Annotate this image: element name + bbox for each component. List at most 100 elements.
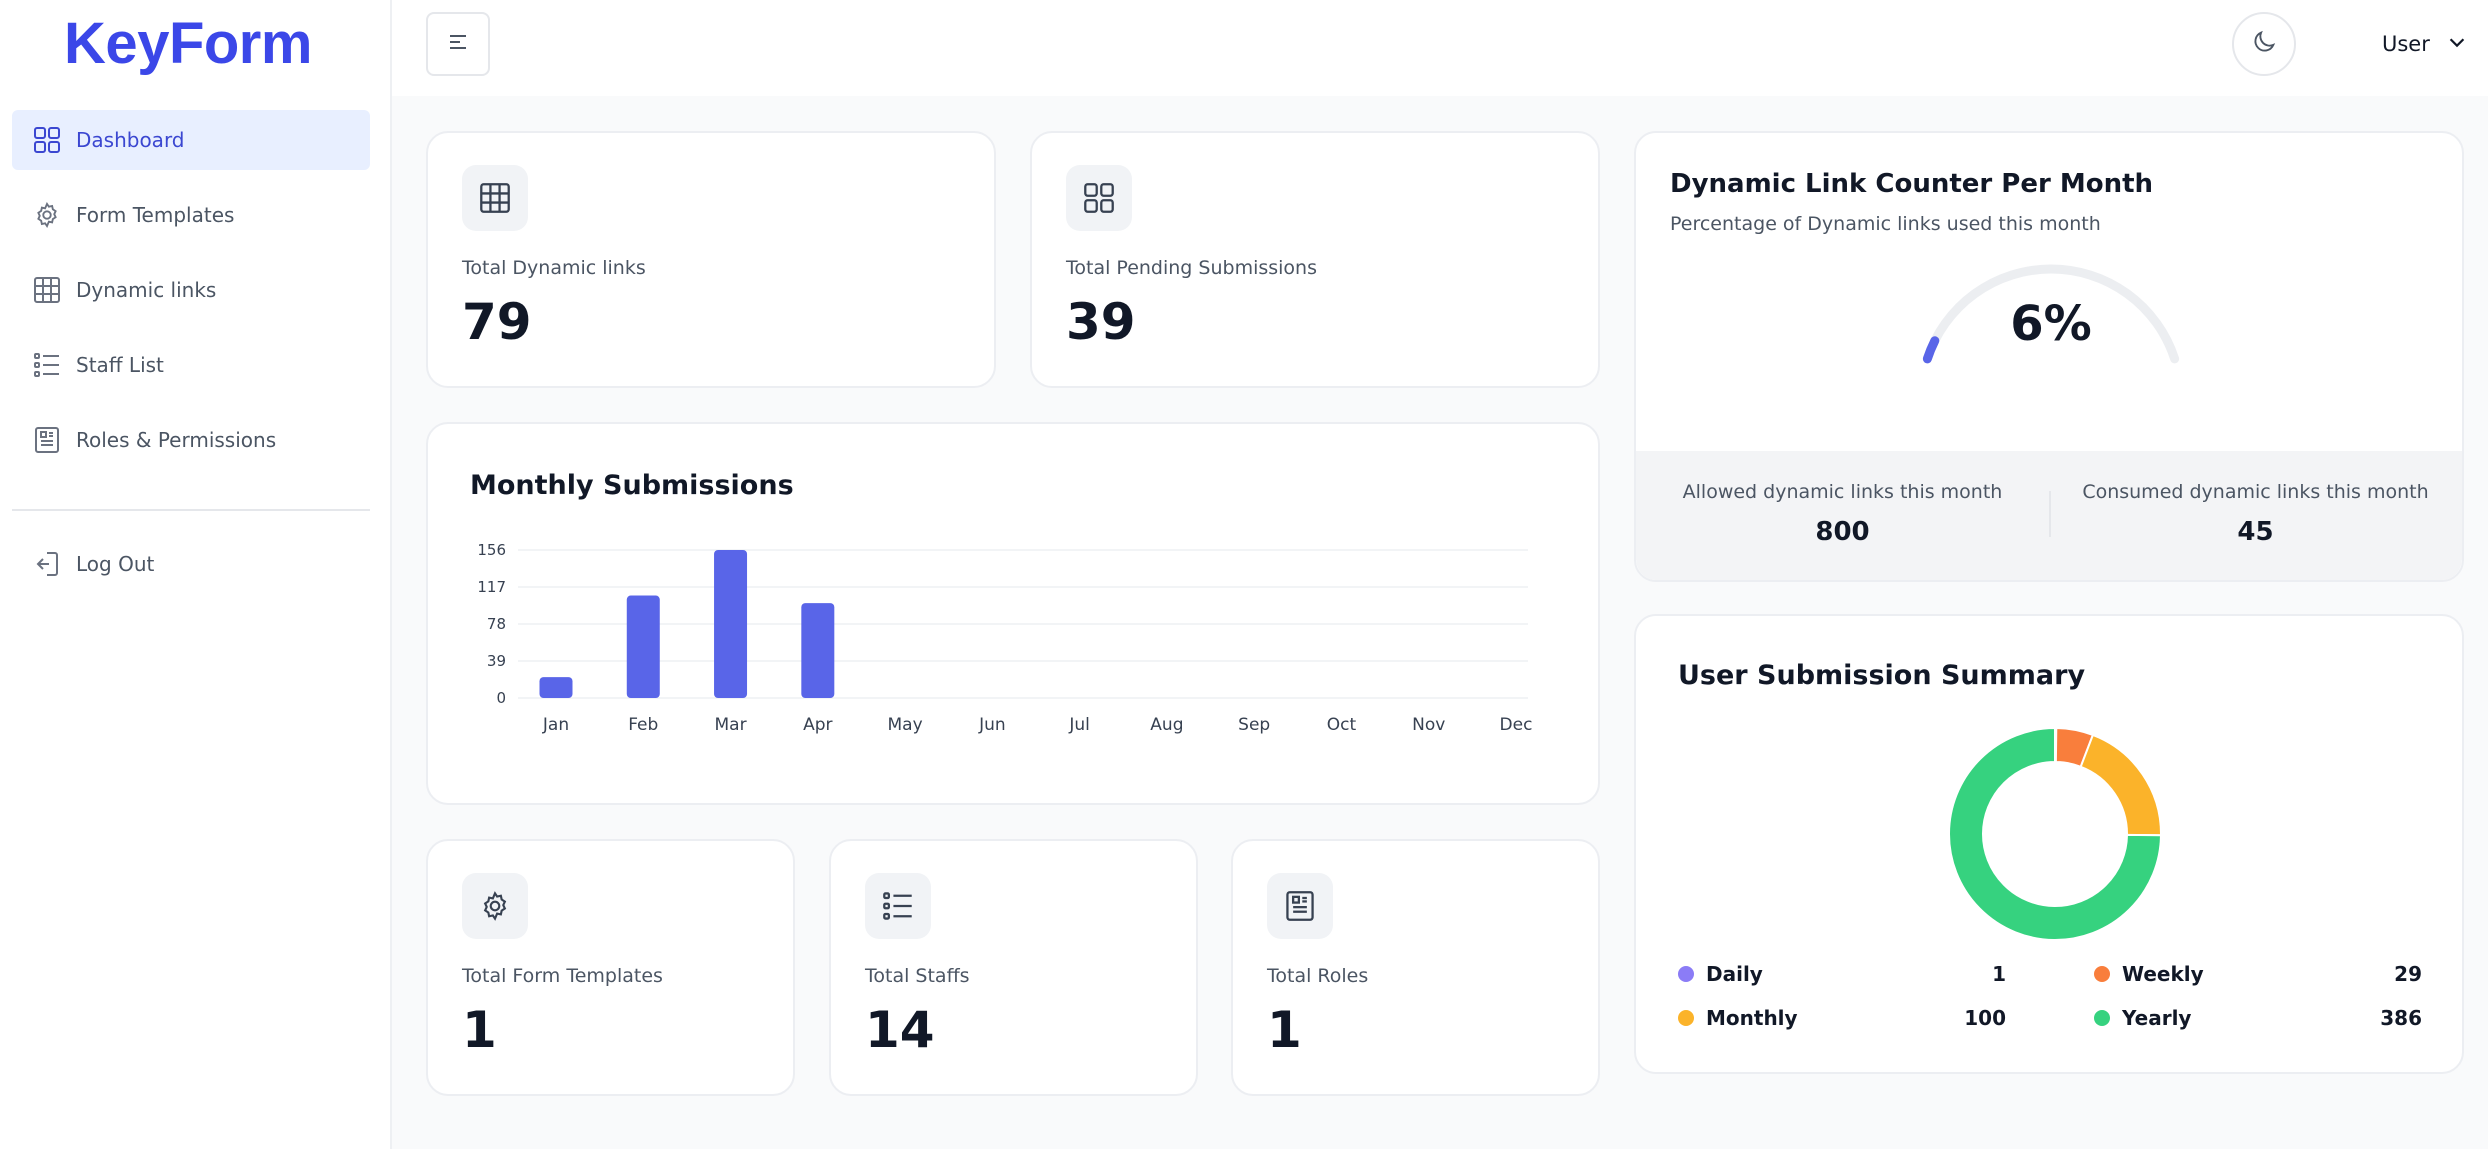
bar-mar[interactable] <box>714 550 748 698</box>
y-tick-label: 156 <box>477 541 506 559</box>
legend-dot <box>1678 966 1694 982</box>
summary-title: User Submission Summary <box>1678 660 2086 691</box>
sidebar: KeyForm Dashboard Form Templates Dynamic… <box>0 0 392 1149</box>
legend-item-monthly: Monthly <box>1678 1006 1798 1030</box>
gear-icon <box>462 873 528 939</box>
theme-toggle-button[interactable] <box>2232 12 2296 76</box>
x-tick-label: Oct <box>1327 715 1357 735</box>
legend-label: Monthly <box>1706 1006 1798 1030</box>
sidebar-item-dynamic-links[interactable]: Dynamic links <box>12 260 370 320</box>
x-tick-label: Aug <box>1150 715 1183 735</box>
stat-label: Total Staffs <box>865 965 970 987</box>
legend-value: 29 <box>2394 962 2422 986</box>
bar-apr[interactable] <box>801 603 835 698</box>
legend-item-weekly: Weekly <box>2094 962 2204 986</box>
allowed-links: Allowed dynamic links this month 800 <box>1636 481 2049 547</box>
consumed-label: Consumed dynamic links this month <box>2082 481 2429 503</box>
consumed-value: 45 <box>2237 517 2274 547</box>
stat-value: 79 <box>462 293 532 351</box>
badge-icon <box>1267 873 1333 939</box>
monthly-submissions-card: Monthly Submissions 0 39 78 117 156 Jan Feb Mar… <box>426 422 1600 805</box>
legend-dot <box>2094 966 2110 982</box>
legend-value: 100 <box>1964 1006 2006 1030</box>
legend-label: Daily <box>1706 962 1763 986</box>
y-tick-label: 39 <box>487 652 506 670</box>
sidebar-item-dashboard[interactable]: Dashboard <box>12 110 370 170</box>
stat-card-pending-submissions: Total Pending Submissions 39 <box>1030 131 1600 388</box>
legend-dot <box>1678 1010 1694 1026</box>
brand-logo[interactable]: KeyForm <box>0 10 376 77</box>
x-tick-label: Feb <box>628 715 658 735</box>
sidebar-item-label: Form Templates <box>76 203 235 227</box>
stat-value: 14 <box>865 1001 935 1059</box>
sidebar-item-roles-permissions[interactable]: Roles & Permissions <box>12 410 370 470</box>
logout-button[interactable]: Log Out <box>12 534 370 594</box>
counter-footer: Allowed dynamic links this month 800 Con… <box>1636 451 2462 580</box>
stat-card-staffs: Total Staffs 14 <box>829 839 1198 1096</box>
sidebar-divider <box>12 509 370 511</box>
legend-value: 386 <box>2380 1006 2422 1030</box>
sidebar-nav: Dashboard Form Templates Dynamic links S… <box>12 110 370 485</box>
gauge-percent: 6% <box>2010 296 2092 352</box>
grid-icon <box>32 125 62 155</box>
menu-toggle-button[interactable] <box>426 12 490 76</box>
consumed-links: Consumed dynamic links this month 45 <box>2049 481 2462 547</box>
sidebar-item-label: Staff List <box>76 353 164 377</box>
x-tick-label: Jan <box>542 715 569 735</box>
stat-value: 1 <box>462 1001 497 1059</box>
stat-card-form-templates: Total Form Templates 1 <box>426 839 795 1096</box>
legend-item-daily: Daily <box>1678 962 1763 986</box>
logout-section: Log Out <box>12 534 370 609</box>
submission-donut-chart <box>1948 726 2163 941</box>
legend-item-yearly: Yearly <box>2094 1006 2191 1030</box>
x-tick-label: Nov <box>1412 715 1445 735</box>
x-tick-label: Apr <box>803 715 832 735</box>
x-tick-label: Jun <box>978 715 1006 735</box>
sidebar-item-label: Roles & Permissions <box>76 428 277 452</box>
stat-value: 39 <box>1066 293 1136 351</box>
top-header: User <box>392 0 2488 96</box>
stat-card-roles: Total Roles 1 <box>1231 839 1600 1096</box>
allowed-value: 800 <box>1815 517 1870 547</box>
chart-title: Monthly Submissions <box>470 470 794 501</box>
stat-value: 1 <box>1267 1001 1302 1059</box>
bar-feb[interactable] <box>626 595 660 698</box>
stat-label: Total Roles <box>1267 965 1369 987</box>
x-tick-label: Dec <box>1500 715 1533 735</box>
slice-monthly[interactable] <box>2079 733 2162 837</box>
sidebar-item-label: Dynamic links <box>76 278 217 302</box>
legend-label: Yearly <box>2122 1006 2192 1030</box>
x-tick-label: Jul <box>1068 715 1090 735</box>
badge-icon <box>32 425 62 455</box>
chevron-down-icon <box>2430 31 2468 58</box>
user-menu[interactable]: User <box>2382 28 2468 60</box>
monthly-submissions-chart: 0 39 78 117 156 Jan Feb Mar Apr May Jun Jul Aug Sep Oc… <box>477 541 1533 735</box>
sidebar-item-label: Dashboard <box>76 128 185 152</box>
table-icon <box>462 165 528 231</box>
stat-card-dynamic-links: Total Dynamic links 79 <box>426 131 996 388</box>
legend-dot <box>2094 1010 2110 1026</box>
moon-icon <box>2250 28 2278 60</box>
menu-icon <box>446 30 470 58</box>
sidebar-item-form-templates[interactable]: Form Templates <box>12 185 370 245</box>
grid-icon <box>1066 165 1132 231</box>
allowed-label: Allowed dynamic links this month <box>1682 481 2003 503</box>
stat-label: Total Form Templates <box>462 965 663 987</box>
logout-label: Log Out <box>76 552 155 576</box>
legend-label: Weekly <box>2122 962 2204 986</box>
counter-subtitle: Percentage of Dynamic links used this mo… <box>1670 213 2101 235</box>
y-tick-label: 78 <box>487 615 506 633</box>
sidebar-item-staff-list[interactable]: Staff List <box>12 335 370 395</box>
logout-icon <box>32 549 62 579</box>
user-submission-summary-card: User Submission Summary Daily 1 Weekly 2… <box>1634 614 2464 1074</box>
gear-icon <box>32 200 62 230</box>
user-label: User <box>2382 32 2430 56</box>
list-icon <box>865 873 931 939</box>
list-icon <box>32 350 62 380</box>
x-tick-label: Mar <box>715 715 747 735</box>
x-tick-label: May <box>888 715 923 735</box>
table-icon <box>32 275 62 305</box>
legend-value: 1 <box>1992 962 2006 986</box>
counter-title: Dynamic Link Counter Per Month <box>1670 169 2154 199</box>
bar-jan[interactable] <box>539 677 573 698</box>
